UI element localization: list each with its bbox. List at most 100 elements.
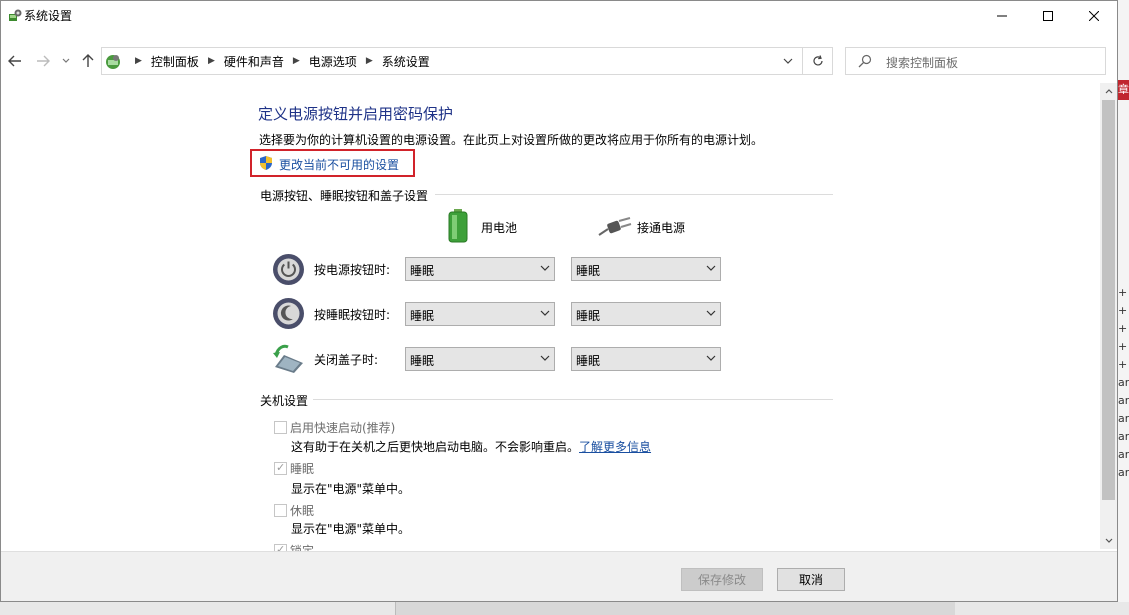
- breadcrumb-separator-icon[interactable]: ▶: [293, 56, 300, 66]
- power-button-icon: [272, 253, 305, 286]
- lid-close-plugged-select[interactable]: 睡眠: [571, 347, 721, 371]
- scrollbar-thumb[interactable]: [1102, 100, 1115, 500]
- minimize-button[interactable]: [979, 1, 1025, 31]
- background-mark: ar: [1118, 448, 1129, 461]
- forward-arrow-icon: [37, 55, 50, 67]
- page-description: 选择要为你的计算机设置的电源设置。在此页上对设置所做的更改将应用于你所有的电源计…: [259, 133, 764, 147]
- background-mark: ar: [1118, 412, 1129, 425]
- power-options-icon: [7, 8, 23, 24]
- power-button-battery-select[interactable]: 睡眠: [405, 257, 555, 281]
- cancel-button[interactable]: 取消: [777, 568, 845, 591]
- sleep-button-icon: [272, 297, 305, 330]
- hibernate-description: 显示在"电源"菜单中。: [291, 522, 411, 536]
- back-button[interactable]: [7, 53, 23, 69]
- sleep-description: 显示在"电源"菜单中。: [291, 482, 411, 496]
- content-area: 定义电源按钮并启用密码保护 选择要为你的计算机设置的电源设置。在此页上对设置所做…: [1, 83, 1100, 551]
- shutdown-section-title: 关机设置: [260, 394, 309, 408]
- fast-startup-description-text: 这有助于在关机之后更快地启动电脑。不会影响重启。: [291, 440, 580, 454]
- learn-more-link[interactable]: 了解更多信息: [579, 440, 651, 454]
- close-icon: [1089, 11, 1099, 21]
- battery-column-header: 用电池: [481, 221, 518, 235]
- power-buttons-section-title: 电源按钮、睡眠按钮和盖子设置: [260, 189, 429, 203]
- breadcrumb: ▶ 控制面板 ▶ 硬件和声音 ▶ 电源选项 ▶ 系统设置: [126, 48, 430, 74]
- system-settings-window: 系统设置 ▶ 控制面板 ▶ 硬件和声音 ▶ 电源选项 ▶ 系统设置 搜索控制面板…: [0, 0, 1118, 602]
- refresh-button[interactable]: [803, 47, 833, 75]
- background-mark: ar: [1118, 430, 1129, 443]
- select-value: 睡眠: [410, 309, 435, 323]
- chevron-down-icon: [706, 355, 716, 361]
- breadcrumb-system-settings[interactable]: 系统设置: [382, 53, 430, 70]
- chevron-down-icon: [783, 58, 793, 64]
- vertical-scrollbar[interactable]: [1100, 83, 1117, 549]
- breadcrumb-separator-icon[interactable]: ▶: [208, 56, 215, 66]
- background-mark: ar: [1118, 466, 1129, 479]
- checkmark-icon: ✓: [276, 461, 286, 474]
- close-button[interactable]: [1071, 1, 1117, 31]
- page-title: 定义电源按钮并启用密码保护: [258, 105, 454, 123]
- search-icon: [858, 54, 872, 71]
- background-mark: ar: [1118, 376, 1129, 389]
- background-mark: ar: [1118, 394, 1129, 407]
- power-button-plugged-select[interactable]: 睡眠: [571, 257, 721, 281]
- lock-checkbox[interactable]: ✓: [274, 543, 287, 551]
- sleep-button-label: 按睡眠按钮时:: [314, 308, 391, 322]
- section-divider: [435, 194, 833, 195]
- section-divider: [313, 399, 833, 400]
- window-title: 系统设置: [24, 9, 73, 23]
- title-bar[interactable]: 系统设置: [1, 1, 1117, 31]
- chevron-down-icon: [62, 58, 70, 63]
- search-input[interactable]: 搜索控制面板: [886, 54, 958, 71]
- recent-locations-button[interactable]: [60, 53, 72, 69]
- sleep-button-plugged-select[interactable]: 睡眠: [571, 302, 721, 326]
- search-box[interactable]: 搜索控制面板: [845, 47, 1106, 75]
- lid-close-battery-select[interactable]: 睡眠: [405, 347, 555, 371]
- scroll-up-button[interactable]: [1100, 83, 1117, 100]
- hibernate-checkbox[interactable]: [274, 504, 287, 517]
- sleep-button-battery-select[interactable]: 睡眠: [405, 302, 555, 326]
- select-value: 睡眠: [576, 354, 601, 368]
- lock-label: 锁定: [290, 544, 315, 551]
- background-mark: +: [1118, 358, 1128, 371]
- up-button[interactable]: [80, 53, 96, 69]
- chevron-down-icon: [706, 265, 716, 271]
- select-value: 睡眠: [410, 354, 435, 368]
- select-value: 睡眠: [410, 264, 435, 278]
- footer-bar: 保存修改 取消: [1, 551, 1117, 601]
- sleep-checkbox[interactable]: ✓: [274, 461, 287, 475]
- chevron-down-icon: [540, 355, 550, 361]
- maximize-icon: [1043, 11, 1053, 21]
- background-mark: +: [1118, 322, 1128, 335]
- uac-shield-icon: [258, 155, 274, 174]
- back-arrow-icon: [8, 55, 21, 67]
- laptop-lid-icon: [272, 341, 305, 374]
- breadcrumb-hardware-sound[interactable]: 硬件和声音: [224, 53, 284, 70]
- breadcrumb-separator-icon: ▶: [135, 56, 142, 66]
- select-value: 睡眠: [576, 264, 601, 278]
- chevron-down-icon: [1105, 538, 1112, 543]
- fast-startup-description: 这有助于在关机之后更快地启动电脑。不会影响重启。了解更多信息: [291, 438, 651, 455]
- checkmark-icon: ✓: [276, 543, 286, 551]
- breadcrumb-power-options[interactable]: 电源选项: [309, 53, 357, 70]
- fast-startup-checkbox[interactable]: [274, 421, 287, 434]
- refresh-icon: [812, 55, 823, 66]
- chevron-up-icon: [1105, 89, 1112, 94]
- hibernate-label: 休眠: [290, 504, 315, 518]
- address-history-dropdown[interactable]: [776, 48, 800, 74]
- change-unavailable-settings-link[interactable]: 更改当前不可用的设置: [279, 156, 399, 173]
- lid-close-label: 关闭盖子时:: [314, 353, 379, 367]
- chevron-down-icon: [706, 310, 716, 316]
- background-badge: 章: [1118, 80, 1129, 100]
- change-settings-highlight: 更改当前不可用的设置: [250, 149, 415, 177]
- address-bar[interactable]: ▶ 控制面板 ▶ 硬件和声音 ▶ 电源选项 ▶ 系统设置: [101, 47, 803, 75]
- maximize-button[interactable]: [1025, 1, 1071, 31]
- control-panel-icon: [104, 53, 122, 71]
- minimize-icon: [997, 15, 1007, 17]
- background-mark: +: [1118, 286, 1128, 299]
- breadcrumb-separator-icon[interactable]: ▶: [366, 56, 373, 66]
- background-mark: +: [1118, 304, 1128, 317]
- save-changes-button[interactable]: 保存修改: [681, 568, 763, 591]
- fast-startup-label: 启用快速启动(推荐): [290, 421, 396, 435]
- breadcrumb-control-panel[interactable]: 控制面板: [151, 53, 199, 70]
- scroll-down-button[interactable]: [1100, 532, 1117, 549]
- forward-button[interactable]: [35, 53, 51, 69]
